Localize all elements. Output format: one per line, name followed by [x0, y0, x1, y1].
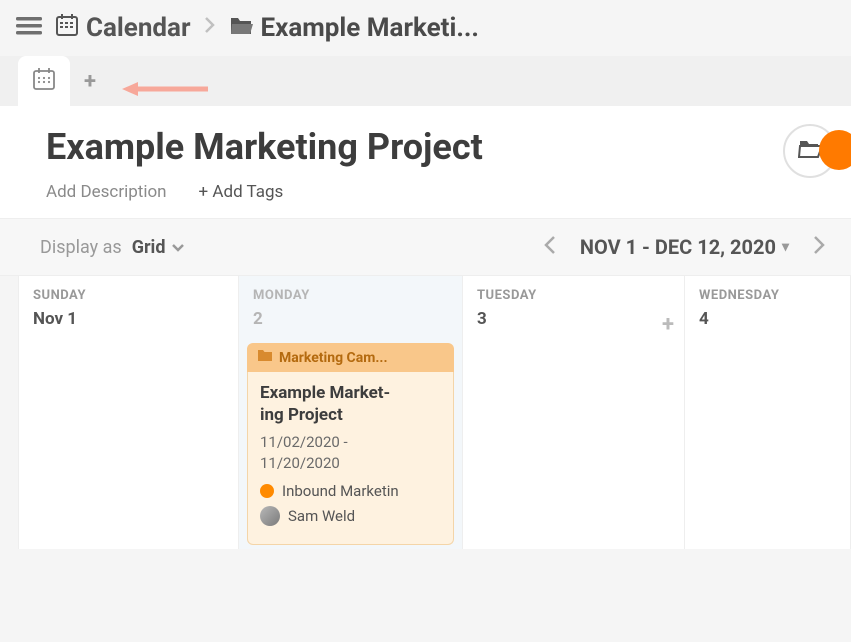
event-tag[interactable]: Marketing Cam...	[247, 343, 454, 372]
page-title: Example Marketing Project	[46, 126, 821, 168]
add-description-button[interactable]: Add Description	[46, 182, 167, 202]
add-tab-button[interactable]: +	[70, 61, 110, 101]
event-category-row: Inbound Marketin	[260, 482, 441, 500]
display-label: Display as	[40, 237, 122, 258]
day-column-tuesday: TUESDAY 3 +	[463, 276, 685, 549]
day-column-monday: MONDAY 2 Marketing Cam... Example Market…	[239, 276, 463, 549]
add-tags-button[interactable]: + Add Tags	[199, 182, 284, 202]
event-title-line2: ing Project	[260, 405, 343, 425]
chevron-right-icon	[203, 15, 217, 41]
accent-circle-icon	[819, 130, 851, 170]
tab-calendar[interactable]	[18, 56, 70, 106]
day-date: 4	[685, 309, 850, 339]
event-dates: 11/02/2020 - 11/20/2020	[260, 432, 441, 474]
day-column-wednesday: WEDNESDAY 4	[685, 276, 851, 549]
event-category-label: Inbound Marketin	[282, 482, 399, 500]
day-label: WEDNESDAY	[685, 276, 850, 309]
arrow-annotation-icon	[120, 80, 210, 102]
day-label: SUNDAY	[19, 276, 238, 309]
date-range-text: NOV 1 - DEC 12, 2020	[580, 235, 776, 259]
day-date: 2	[239, 309, 462, 339]
prev-period-button[interactable]	[542, 233, 558, 261]
event-assignee-label: Sam Weld	[288, 507, 355, 525]
chevron-down-icon	[171, 237, 185, 258]
day-date: Nov 1	[19, 309, 238, 339]
event-title-line1: Example Market-	[260, 383, 390, 403]
event-card[interactable]: Example Market- ing Project 11/02/2020 -…	[247, 372, 454, 545]
event-date-end: 11/20/2020	[260, 454, 340, 472]
day-date: 3	[463, 309, 684, 339]
day-label: MONDAY	[239, 276, 462, 309]
calendar-icon	[56, 13, 78, 43]
display-mode-dropdown[interactable]: Grid	[132, 237, 186, 258]
folder-icon	[257, 349, 273, 366]
event-date-start: 11/02/2020 -	[260, 433, 348, 451]
day-label: TUESDAY	[463, 276, 684, 309]
display-value-text: Grid	[132, 237, 166, 258]
breadcrumb: Calendar Example Marketi...	[56, 13, 479, 43]
caret-down-icon: ▾	[782, 239, 789, 255]
hamburger-menu-icon[interactable]	[16, 15, 42, 41]
breadcrumb-calendar-label: Calendar	[86, 13, 191, 43]
day-column-sunday: SUNDAY Nov 1	[19, 276, 239, 549]
event-tag-label: Marketing Cam...	[279, 350, 388, 366]
avatar-icon	[260, 506, 280, 526]
breadcrumb-folder-label: Example Marketi...	[261, 13, 479, 43]
breadcrumb-folder-item[interactable]: Example Marketi...	[229, 13, 479, 43]
folder-icon	[229, 13, 253, 43]
event-title: Example Market- ing Project	[260, 382, 441, 426]
breadcrumb-calendar[interactable]: Calendar	[56, 13, 191, 43]
add-event-button[interactable]: +	[662, 312, 674, 337]
event-assignee-row: Sam Weld	[260, 506, 441, 526]
calendar-icon	[33, 68, 55, 94]
next-period-button[interactable]	[811, 233, 827, 261]
category-dot-icon	[260, 484, 274, 498]
date-range-dropdown[interactable]: NOV 1 - DEC 12, 2020 ▾	[580, 235, 789, 259]
display-mode-control: Display as Grid	[40, 237, 185, 258]
